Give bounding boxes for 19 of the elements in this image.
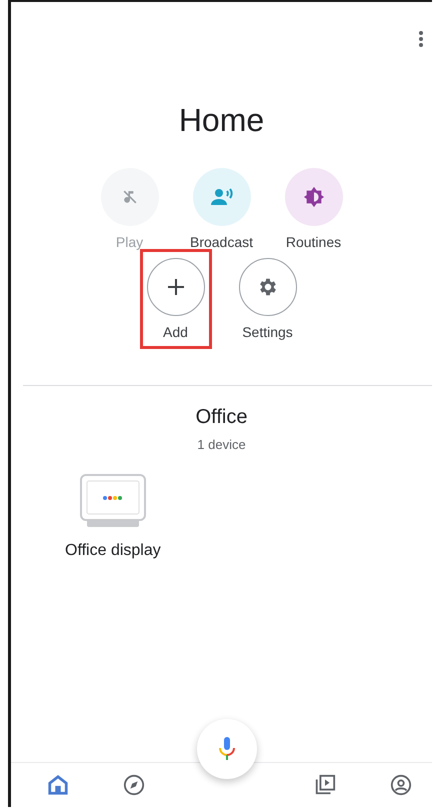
more-icon[interactable] [418, 30, 424, 48]
action-button[interactable]: Add [140, 249, 212, 349]
room-name: Office [194, 406, 248, 429]
device-tile[interactable]: Office display [65, 474, 161, 560]
device-count: 1 device [196, 437, 247, 452]
page-title: Home [178, 102, 266, 139]
home-icon [47, 774, 69, 796]
nav-tab[interactable] [47, 774, 69, 796]
routines-icon [302, 186, 324, 208]
media-icon [314, 774, 336, 796]
nav-tab[interactable] [390, 774, 412, 796]
account-icon [390, 774, 412, 796]
mic-button[interactable] [197, 719, 257, 779]
compass-icon [123, 774, 146, 796]
nav-tab[interactable] [314, 774, 336, 796]
plus-icon [166, 278, 184, 296]
broadcast-icon [208, 186, 234, 208]
mic-icon [219, 737, 235, 761]
nav-tab[interactable] [123, 774, 146, 796]
